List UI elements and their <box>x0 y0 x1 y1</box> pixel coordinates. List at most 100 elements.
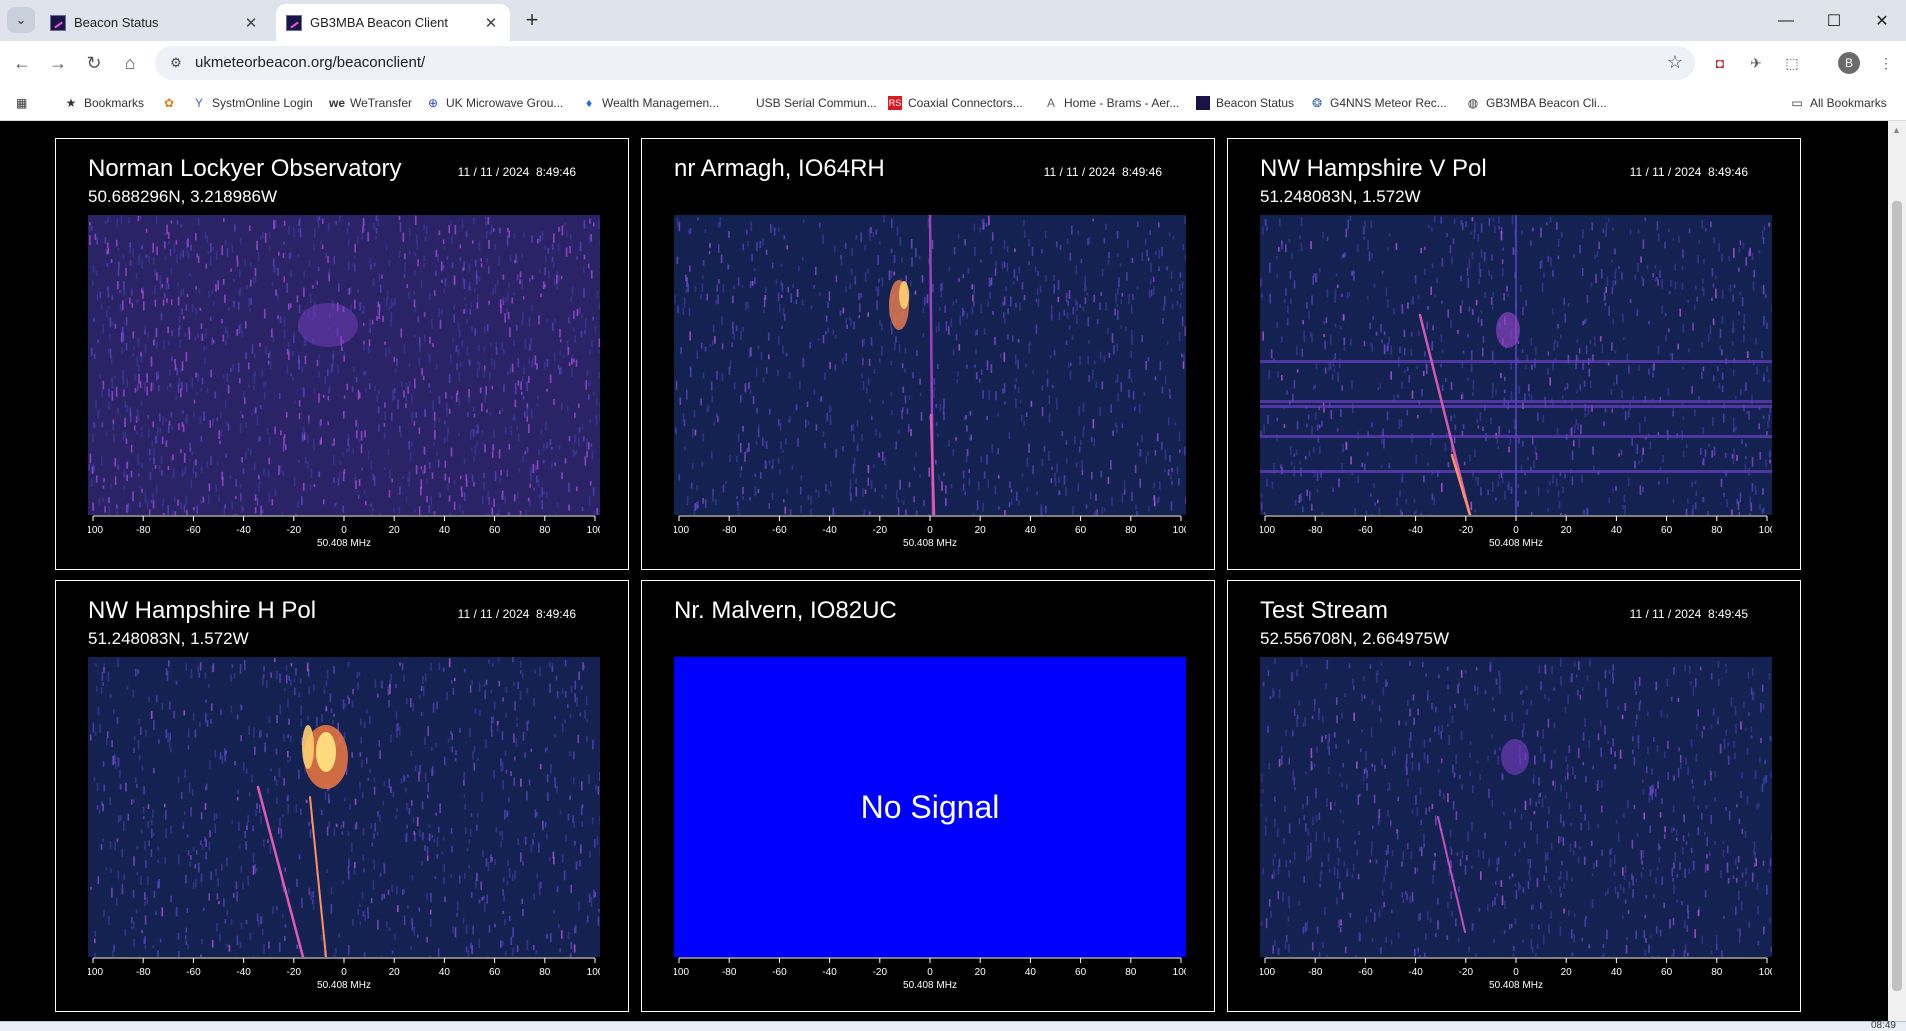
waterfall-spectrogram <box>88 657 600 957</box>
microwave-group-icon: ⊕ <box>427 96 439 110</box>
bookmark-gb3mba[interactable]: ◍ GB3MBA Beacon Cli... <box>1466 92 1607 114</box>
panel-timestamp: 11 / 11 / 2024 8:49:45 <box>1629 607 1748 621</box>
waterfall-spectrogram <box>1260 657 1772 957</box>
axis-tick-label: -60 <box>186 525 201 536</box>
bookmark-label: All Bookmarks <box>1810 96 1887 110</box>
bookmark-coaxial[interactable]: RS Coaxial Connectors... <box>888 92 1023 114</box>
extension-red-icon[interactable]: ◘ <box>1710 53 1730 73</box>
axis-tick-label: -20 <box>1459 967 1474 978</box>
close-icon[interactable]: ✕ <box>242 14 260 32</box>
bookmark-systmonline[interactable]: ✿ <box>162 92 182 114</box>
bookmark-bookmarks[interactable]: ★ Bookmarks <box>64 92 144 114</box>
no-signal-display: No Signal <box>674 657 1186 957</box>
home-button[interactable]: ⌂ <box>116 50 144 76</box>
axis-tick-label: -100 <box>1260 525 1275 536</box>
forward-button[interactable]: → <box>44 50 72 76</box>
axis-tick-label: 100 <box>1173 967 1186 978</box>
panel-title: NW Hampshire V Pol <box>1260 155 1487 182</box>
tab-gb3mba-beacon-client[interactable]: GB3MBA Beacon Client ✕ <box>276 4 510 41</box>
axis-tick-label: -60 <box>1358 525 1373 536</box>
axis-tick-label: -100 <box>88 967 103 978</box>
beacon-favicon-icon <box>50 14 66 31</box>
axis-tick-label: 40 <box>1025 525 1037 536</box>
reload-button[interactable]: ↻ <box>80 50 108 76</box>
axis-tick-label: 80 <box>1125 967 1137 978</box>
axis-tick-label: 60 <box>489 525 501 536</box>
axis-tick-label: 60 <box>1661 967 1673 978</box>
bookmark-wetransfer[interactable]: we WeTransfer <box>329 92 413 114</box>
axis-tick-label: 80 <box>539 525 551 536</box>
more-menu-icon[interactable]: ⋮ <box>1876 53 1896 73</box>
panel-timestamp: 11 / 11 / 2024 8:49:46 <box>1043 165 1162 179</box>
axis-unit-label: 50.408 MHz <box>1489 980 1543 991</box>
bookmark-usb-serial[interactable]: USB Serial Commun... <box>756 92 877 114</box>
profile-avatar[interactable]: B <box>1838 52 1860 74</box>
bookmark-label: Bookmarks <box>84 96 145 110</box>
tab-beacon-status[interactable]: Beacon Status ✕ <box>40 4 270 41</box>
axis-tick-label: 0 <box>341 967 347 978</box>
axis-tick-label: 60 <box>1661 525 1673 536</box>
back-button[interactable]: ← <box>8 50 36 76</box>
axis-tick-label: 80 <box>1711 967 1723 978</box>
panel-title: NW Hampshire H Pol <box>88 597 317 624</box>
address-bar[interactable]: ⚙ ukmeteorbeacon.org/beaconclient/ ☆ <box>155 46 1695 80</box>
panel-title: Nr. Malvern, IO82UC <box>674 597 897 624</box>
g4nns-icon: ❂ <box>1311 96 1323 110</box>
new-tab-button[interactable]: + <box>520 9 544 33</box>
axis-tick-label: 100 <box>1759 967 1772 978</box>
axis-tick-label: 60 <box>489 967 501 978</box>
axis-tick-label: -80 <box>1308 967 1323 978</box>
axis-tick-label: 100 <box>587 525 600 536</box>
bookmark-label: Wealth Managemen... <box>602 96 720 110</box>
bookmark-uk-microwave[interactable]: ⊕ UK Microwave Grou... <box>426 92 563 114</box>
folder-icon: ▭ <box>1791 96 1803 110</box>
axis-tick-label: -40 <box>1408 525 1423 536</box>
axis-tick-label: -60 <box>772 967 787 978</box>
close-icon[interactable]: ✕ <box>482 14 500 32</box>
axis-tick-label: 20 <box>1561 967 1573 978</box>
axis-tick-label: 20 <box>975 525 987 536</box>
url-text[interactable]: ukmeteorbeacon.org/beaconclient/ <box>195 54 425 71</box>
axis-tick-label: 80 <box>539 967 551 978</box>
home-icon: ⌂ <box>124 52 136 73</box>
panel-coordinates: 51.248083N, 1.572W <box>88 629 249 648</box>
bookmark-star-icon[interactable]: ☆ <box>1667 52 1683 73</box>
waterfall-spectrogram <box>1260 215 1772 515</box>
waterfall-spectrogram <box>88 215 600 515</box>
bookmark-systmonline-login[interactable]: Y SystmOnline Login <box>192 92 313 114</box>
scroll-up-icon[interactable]: ▲ <box>1892 125 1901 135</box>
axis-tick-label: 60 <box>1075 967 1087 978</box>
bookmark-beacon-status[interactable]: Beacon Status <box>1196 92 1294 114</box>
apps-grid-icon[interactable]: ▦ <box>16 92 27 114</box>
bookmark-wealth[interactable]: ♦ Wealth Managemen... <box>582 92 719 114</box>
extension-plane-icon[interactable]: ✈ <box>1746 53 1766 73</box>
axis-tick-label: -100 <box>674 525 689 536</box>
panel-timestamp: 11 / 11 / 2024 8:49:46 <box>1629 165 1748 179</box>
axis-tick-label: 80 <box>1125 525 1137 536</box>
tab-strip: ⌄ Beacon Status ✕ GB3MBA Beacon Client ✕… <box>0 0 1906 41</box>
bookmark-brams[interactable]: A Home - Brams - Aer... <box>1044 92 1179 114</box>
beacon-favicon-icon <box>286 14 302 31</box>
vertical-scrollbar[interactable]: ▲ <box>1888 121 1906 1021</box>
axis-tick-label: -20 <box>873 967 888 978</box>
axis-tick-label: 40 <box>1025 967 1037 978</box>
bookmark-label: WeTransfer <box>350 96 413 110</box>
close-window-button[interactable]: ✕ <box>1854 0 1906 41</box>
axis-tick-label: 0 <box>1513 525 1519 536</box>
bookmark-label: Beacon Status <box>1216 96 1295 110</box>
bookmark-label: USB Serial Commun... <box>756 96 877 110</box>
axis-tick-label: 100 <box>1173 525 1186 536</box>
page-content: ▲ Norman Lockyer Observatory 11 / 11 / 20… <box>0 121 1906 1031</box>
scrollbar-thumb[interactable] <box>1892 201 1902 991</box>
no-signal-text: No Signal <box>860 788 1000 825</box>
axis-tick-label: 0 <box>1513 967 1519 978</box>
tab-search-button[interactable]: ⌄ <box>7 7 35 33</box>
axis-tick-label: 40 <box>1611 967 1623 978</box>
axis-tick-label: 0 <box>927 967 933 978</box>
bookmark-g4nns[interactable]: ❂ G4NNS Meteor Rec... <box>1310 92 1447 114</box>
extensions-puzzle-icon[interactable]: ⬚ <box>1782 53 1802 73</box>
site-settings-icon[interactable]: ⚙ <box>167 54 185 72</box>
frequency-axis: -100 -80 -60 -40 -20 0 20 40 60 80 100 50.408 MHz <box>1255 515 1776 555</box>
axis-tick-label: 0 <box>341 525 347 536</box>
bookmark-all-bookmarks[interactable]: ▭ All Bookmarks <box>1790 92 1887 114</box>
